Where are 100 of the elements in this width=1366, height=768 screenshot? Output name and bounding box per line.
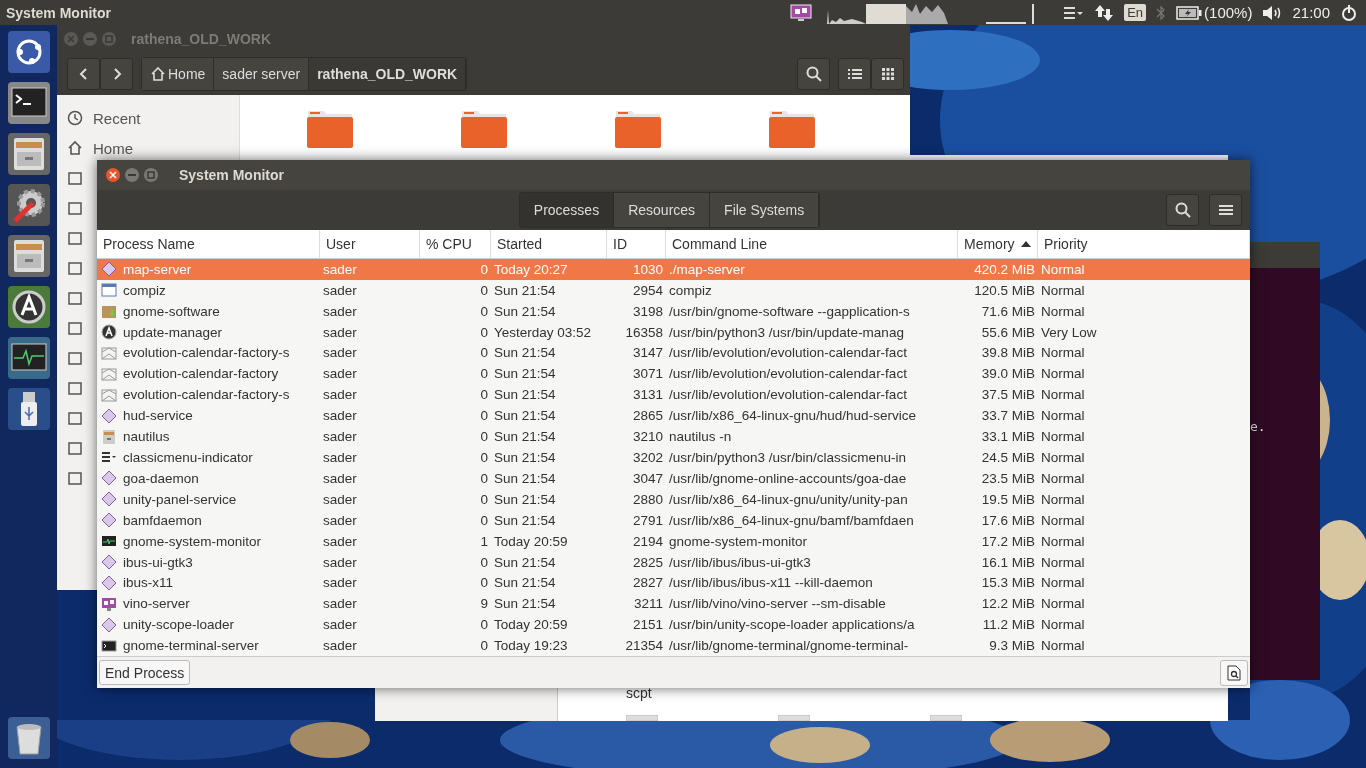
trash-icon[interactable]	[6, 716, 51, 760]
list-view-button[interactable]	[838, 57, 871, 90]
battery-icon[interactable]	[1176, 5, 1203, 20]
file-cabinet-icon[interactable]	[6, 132, 51, 176]
table-cell: 0	[480, 282, 488, 298]
process-row[interactable]: ibus-x11 sader 0 Sun 21:54 2827 /usr/lib/ibus/ibus-x11 --kill-daemon 15.3 MiB Normal	[97, 572, 1250, 594]
table-cell: sader	[323, 470, 357, 486]
table-cell: Normal	[1041, 470, 1085, 486]
diamond-icon	[101, 574, 117, 591]
tab[interactable]: Resources	[614, 193, 711, 227]
usb-drive-icon[interactable]	[6, 387, 51, 431]
table-cell: Normal	[1041, 366, 1085, 382]
tab[interactable]: File Systems	[710, 193, 820, 227]
table-cell: /usr/lib/ibus/ibus-ui-gtk3	[669, 554, 811, 570]
window-icon	[101, 282, 117, 299]
file-name[interactable]: scpt	[626, 685, 1228, 701]
search-button[interactable]	[797, 57, 830, 90]
process-row[interactable]: evolution-calendar-factory-s sader 0 Sun 21:54 3147 /usr/lib/evolution/evolution-calendar-fact 39.8 MiB Normal	[97, 342, 1250, 364]
sidebar-icon[interactable]	[67, 170, 83, 186]
breadcrumb[interactable]: Home	[142, 57, 215, 90]
system-monitor-icon[interactable]	[6, 336, 51, 380]
back-button[interactable]	[67, 57, 100, 90]
sidebar-icon[interactable]	[67, 230, 83, 246]
process-row[interactable]: hud-service sader 0 Sun 21:54 2865 /usr/lib/x86_64-linux-gnu/hud/hud-service 33.7 MiB Normal	[97, 405, 1250, 427]
table-cell: sader	[323, 575, 357, 591]
close-icon[interactable]	[105, 167, 121, 183]
process-row[interactable]: compiz sader 0 Sun 21:54 2954 compiz 120.5 MiB Normal	[97, 279, 1250, 301]
clock[interactable]: 21:00	[1292, 4, 1330, 21]
ubuntu-logo-icon[interactable]	[6, 30, 51, 74]
folder-icon[interactable]	[460, 109, 508, 149]
process-row[interactable]: unity-scope-loader sader 0 Today 20:59 2151 /usr/bin/unity-scope-loader applications/a 11.2 MiB Normal	[97, 614, 1250, 636]
sidebar-icon[interactable]	[67, 260, 83, 276]
power-icon[interactable]	[1340, 3, 1358, 22]
table-cell: 71.6 MiB	[981, 303, 1035, 319]
sidebar-icon[interactable]	[67, 470, 83, 486]
column-header[interactable]: % CPU	[420, 230, 491, 258]
remote-desktop-icon[interactable]	[790, 3, 813, 22]
network-icon[interactable]	[1094, 3, 1115, 22]
column-header[interactable]: ID	[607, 230, 666, 258]
table-cell: sader	[323, 345, 357, 361]
folder-icon[interactable]	[768, 109, 816, 149]
gear-wrench-icon[interactable]	[6, 183, 51, 227]
column-header[interactable]: Process Name	[97, 230, 320, 258]
forward-button[interactable]	[100, 57, 133, 90]
column-header[interactable]: Priority	[1038, 230, 1250, 258]
process-row[interactable]: classicmenu-indicator sader 0 Sun 21:54 3202 /usr/bin/python3 /usr/bin/classicmenu-in 24.5 MiB Normal	[97, 447, 1250, 468]
sidebar-icon[interactable]	[67, 290, 83, 306]
menu-icon[interactable]	[1062, 4, 1085, 21]
sidebar-icon[interactable]	[67, 440, 83, 456]
table-cell: 23.5 MiB	[981, 470, 1035, 486]
process-row[interactable]: update-manager sader 0 Yesterday 03:52 16358 /usr/bin/python3 /usr/bin/update-manag 55.6 MiB Very Low	[97, 321, 1250, 343]
envelope-icon	[101, 365, 117, 382]
sidebar-icon[interactable]	[67, 320, 83, 336]
grid-view-button[interactable]	[871, 57, 904, 90]
process-row[interactable]: goa-daemon sader 0 Sun 21:54 3047 /usr/lib/gnome-online-accounts/goa-dae 23.5 MiB Normal	[97, 467, 1250, 489]
properties-button[interactable]	[1220, 659, 1248, 686]
envelope-icon	[101, 386, 117, 403]
process-row[interactable]: unity-panel-service sader 0 Sun 21:54 2880 /usr/lib/x86_64-linux-gnu/unity/unity-pan 19.5 MiB Normal	[97, 488, 1250, 510]
column-header[interactable]: Command Line	[666, 230, 958, 258]
table-cell: sader	[323, 554, 357, 570]
tab[interactable]: Processes	[519, 193, 615, 227]
sidebar-icon[interactable]	[67, 410, 83, 426]
bluetooth-icon[interactable]	[1156, 4, 1167, 21]
table-cell: Sun 21:54	[494, 408, 556, 424]
terminal-icon[interactable]	[6, 81, 51, 125]
keyboard-layout-indicator[interactable]: En	[1124, 4, 1147, 21]
file-cabinet-icon[interactable]	[6, 234, 51, 278]
table-cell: 0	[480, 324, 488, 340]
volume-icon[interactable]	[1262, 4, 1283, 21]
process-row[interactable]: bamfdaemon sader 0 Sun 21:54 2791 /usr/lib/x86_64-linux-gnu/bamf/bamfdaen 17.6 MiB Normal	[97, 509, 1250, 531]
process-row[interactable]: vino-server sader 9 Sun 21:54 3211 /usr/lib/vino/vino-server --sm-disable 12.2 MiB Normal	[97, 593, 1250, 615]
breadcrumb[interactable]: sader server	[214, 57, 310, 90]
process-row[interactable]: nautilus sader 0 Sun 21:54 3210 nautilus -n 33.1 MiB Normal	[97, 426, 1250, 448]
menu-button[interactable]	[1209, 194, 1242, 226]
envelope-icon	[101, 344, 117, 361]
process-row[interactable]: gnome-terminal-server sader 0 Today 19:23 21354 /usr/lib/gnome-terminal/gnome-terminal- 9.3 MiB Normal	[97, 635, 1250, 656]
sidebar-icon[interactable]	[67, 380, 83, 396]
folder-icon[interactable]	[306, 109, 354, 149]
folder-icon[interactable]	[614, 109, 662, 149]
column-header[interactable]: Started	[491, 230, 607, 258]
table-cell: 1	[480, 533, 488, 549]
process-row[interactable]: evolution-calendar-factory-s sader 0 Sun 21:54 3131 /usr/lib/evolution/evolution-calendar-fact 37.5 MiB Normal	[97, 384, 1250, 406]
end-process-button[interactable]: End Process	[99, 660, 191, 685]
table-cell: sader	[323, 282, 357, 298]
process-row[interactable]: gnome-software sader 0 Sun 21:54 3198 /usr/bin/gnome-software --gapplication-s 71.6 MiB Normal	[97, 300, 1250, 322]
column-label: % CPU	[426, 235, 472, 252]
sidebar-icon[interactable]	[67, 350, 83, 366]
table-cell: Sun 21:54	[494, 575, 556, 591]
column-header[interactable]: User	[320, 230, 420, 258]
table-cell: Normal	[1041, 345, 1085, 361]
process-row[interactable]: evolution-calendar-factory sader 0 Sun 21:54 3071 /usr/lib/evolution/evolution-calendar-fact 39.0 MiB Normal	[97, 363, 1250, 385]
sidebar-icon[interactable]	[67, 200, 83, 216]
software-updater-icon[interactable]	[6, 285, 51, 329]
process-name: map-server	[123, 261, 192, 277]
column-header[interactable]: Memory	[958, 230, 1038, 258]
search-button[interactable]	[1166, 194, 1199, 226]
process-row[interactable]: ibus-ui-gtk3 sader 0 Sun 21:54 2825 /usr/lib/ibus/ibus-ui-gtk3 16.1 MiB Normal	[97, 551, 1250, 573]
process-row[interactable]: gnome-system-monitor sader 1 Today 20:59 2194 gnome-system-monitor 17.2 MiB Normal	[97, 530, 1250, 552]
battery-percentage[interactable]: (100%)	[1204, 4, 1253, 21]
table-cell: Today 19:23	[494, 638, 568, 654]
